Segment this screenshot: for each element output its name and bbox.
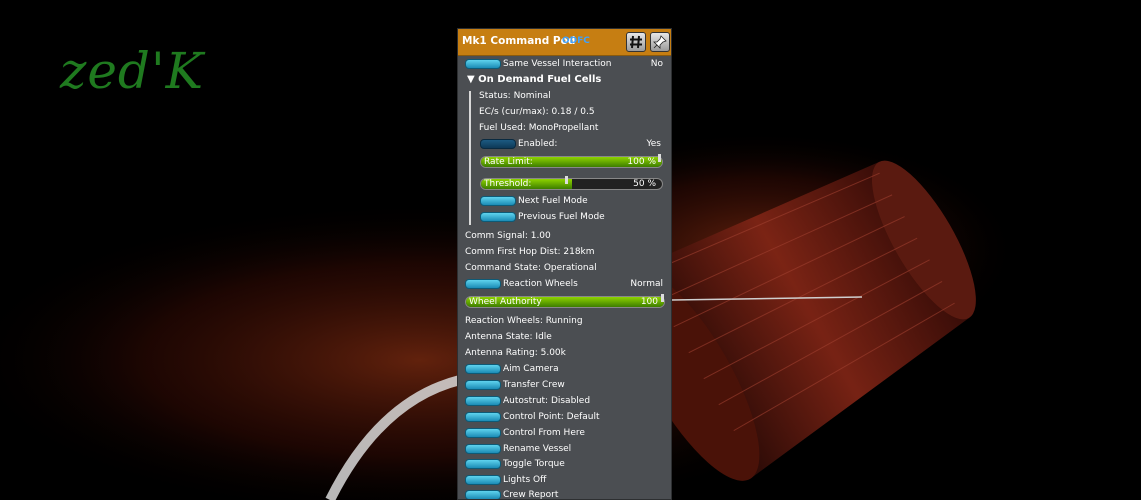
hash-icon[interactable] [626,32,646,52]
rate-limit-knob[interactable] [658,154,661,162]
part-action-window[interactable]: Mk1 Command Pod ODFC Same Vessel Interac… [457,28,672,500]
status-text: Status: Nominal [479,91,551,101]
ecs-text: EC/s (cur/max): 0.18 / 0.5 [479,107,595,117]
pin-icon[interactable] [650,32,670,52]
section-fuel-cells[interactable]: ▼ On Demand Fuel Cells [467,74,601,85]
zedk-logo: zed'K [60,42,205,100]
transfer-crew-button[interactable] [465,380,501,390]
antenna-rating-text: Antenna Rating: 5.00k [465,348,566,358]
next-fuel-mode-label: Next Fuel Mode [518,196,588,206]
aim-camera-button[interactable] [465,364,501,374]
crew-report-button[interactable] [465,490,501,499]
reaction-wheels-label: Reaction Wheels [503,279,578,289]
wheel-authority-slider[interactable]: Wheel Authority 100 [465,296,665,308]
next-fuel-mode-button[interactable] [480,196,516,206]
control-point-button[interactable] [465,412,501,422]
toggle-torque-label: Toggle Torque [503,459,565,469]
threshold-slider[interactable]: Threshold: 50 % [480,178,663,190]
rate-limit-value: 100 % [627,157,656,167]
autostrut-button[interactable] [465,396,501,406]
threshold-value: 50 % [633,179,656,189]
previous-fuel-mode-label: Previous Fuel Mode [518,212,605,222]
lights-off-button[interactable] [465,475,501,485]
transfer-crew-label: Transfer Crew [503,380,565,390]
wheel-authority-label: Wheel Authority [469,297,542,307]
collapse-triangle-icon: ▼ [467,74,479,85]
enabled-label: Enabled: [518,139,558,149]
lights-off-label: Lights Off [503,475,547,485]
threshold-label: Threshold: [484,179,532,189]
toggle-torque-button[interactable] [465,459,501,469]
same-vessel-label: Same Vessel Interaction [503,59,612,69]
reaction-wheels-value: Normal [630,279,663,289]
comm-signal-text: Comm Signal: 1.00 [465,231,551,241]
crew-report-label: Crew Report [503,490,559,500]
comm-first-hop-text: Comm First Hop Dist: 218km [465,247,595,257]
control-point-label: Control Point: Default [503,412,600,422]
rename-vessel-label: Rename Vessel [503,444,572,454]
control-from-here-button[interactable] [465,428,501,438]
previous-fuel-mode-button[interactable] [480,212,516,222]
enabled-toggle[interactable] [480,139,516,149]
section-indent-line [469,91,471,225]
antenna-state-text: Antenna State: Idle [465,332,552,342]
rate-limit-slider[interactable]: Rate Limit: 100 % [480,156,663,168]
same-vessel-toggle[interactable] [465,59,501,69]
window-header[interactable]: Mk1 Command Pod ODFC [458,29,671,56]
window-title: Mk1 Command Pod [462,35,576,47]
threshold-knob[interactable] [565,176,568,184]
wheel-authority-knob[interactable] [661,294,664,302]
command-state-text: Command State: Operational [465,263,597,273]
enabled-value: Yes [646,139,661,149]
same-vessel-value: No [650,59,663,69]
control-from-here-label: Control From Here [503,428,585,438]
section-title: On Demand Fuel Cells [478,74,602,85]
fuel-used-text: Fuel Used: MonoPropellant [479,123,599,133]
rename-vessel-button[interactable] [465,444,501,454]
reaction-wheels-toggle[interactable] [465,279,501,289]
aim-camera-label: Aim Camera [503,364,559,374]
wheel-authority-value: 100 [640,297,658,307]
odfc-tag: ODFC [562,36,590,46]
autostrut-label: Autostrut: Disabled [503,396,591,406]
reaction-wheels-status: Reaction Wheels: Running [465,316,583,326]
rate-limit-label: Rate Limit: [484,157,533,167]
